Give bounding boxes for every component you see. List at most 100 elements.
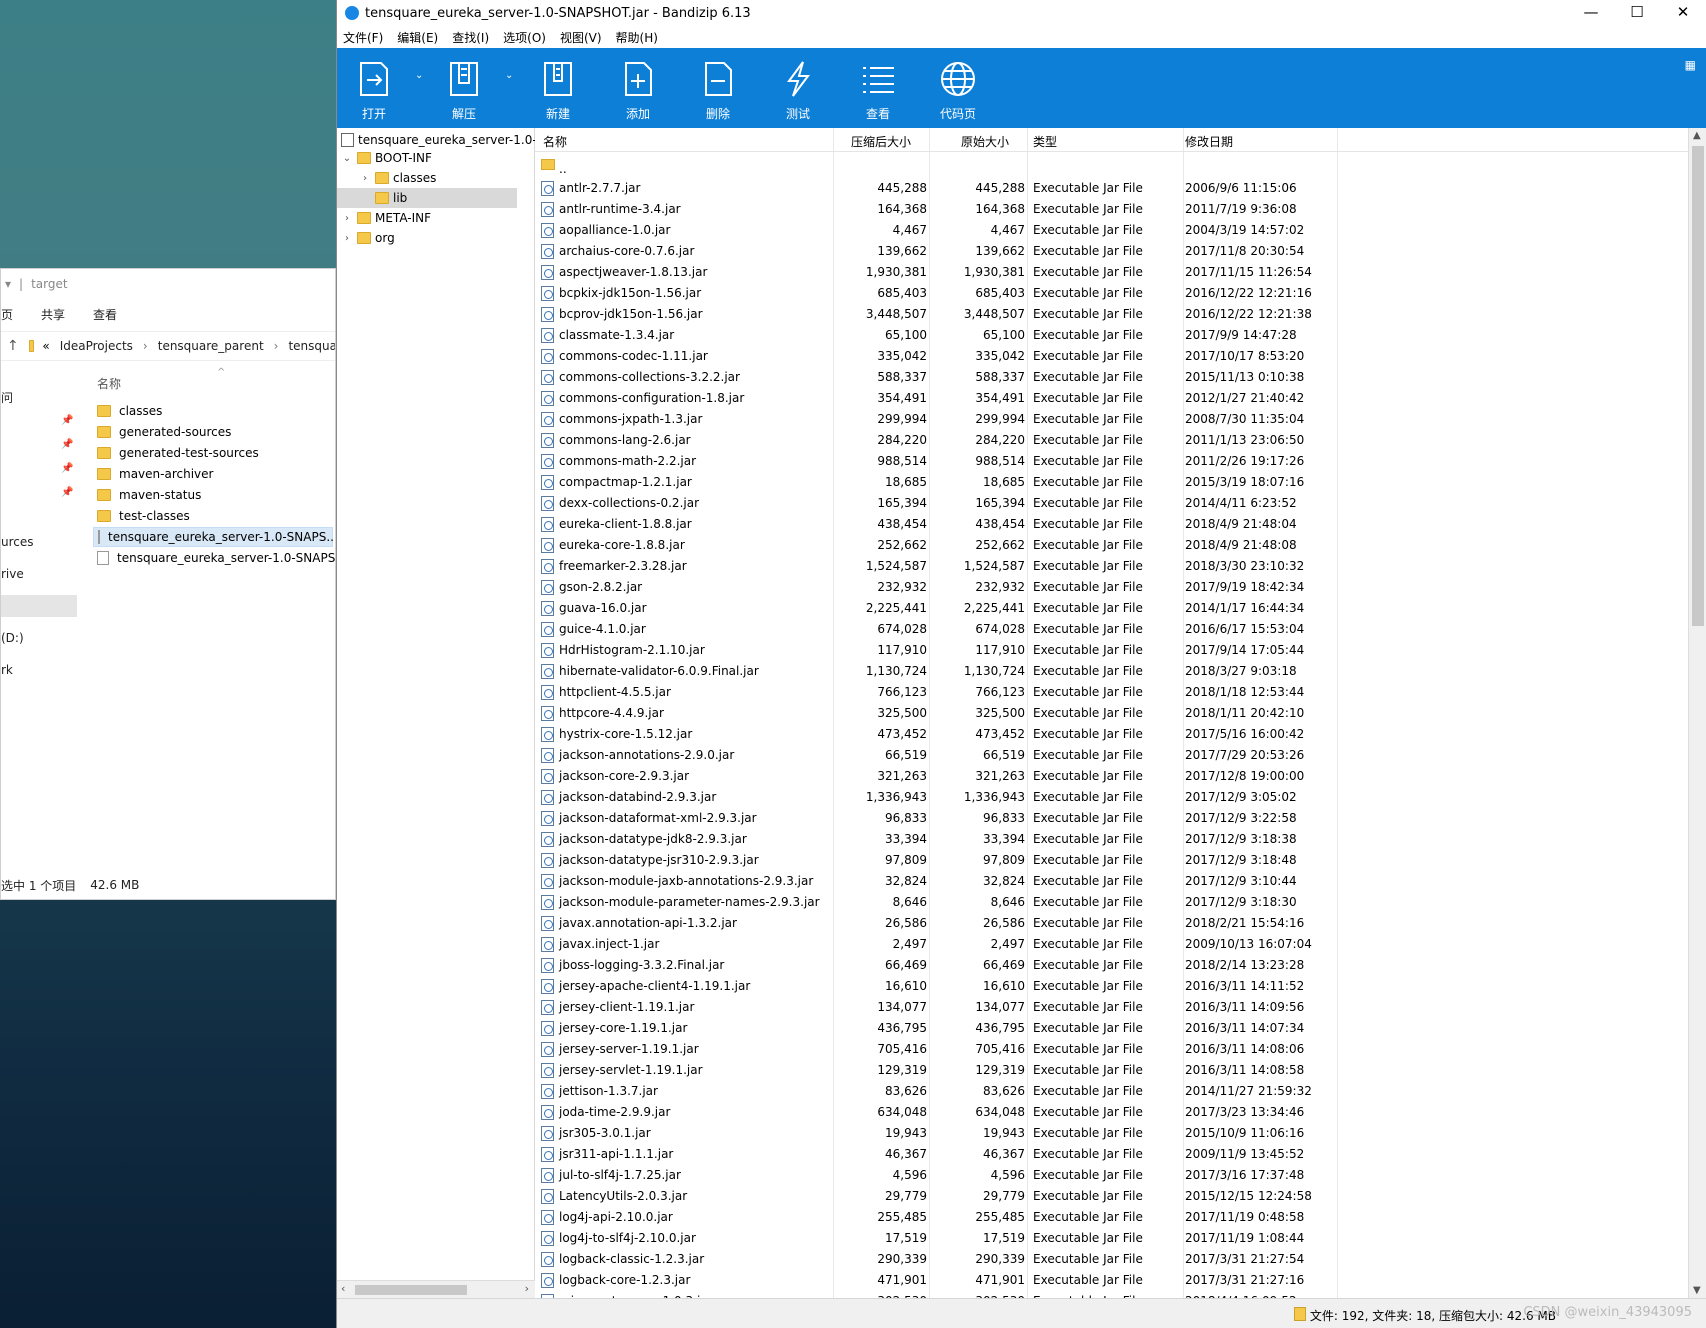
parent-folder-row[interactable]: .. bbox=[535, 154, 1689, 176]
list-item[interactable]: commons-collections-3.2.2.jar 588,337 588,… bbox=[535, 367, 1689, 388]
list-item[interactable]: jackson-datatype-jdk8-2.9.3.jar 33,394 33,… bbox=[535, 829, 1689, 850]
list-item[interactable]: classmate-1.3.4.jar 65,100 65,100 Executabl… bbox=[535, 325, 1689, 346]
list-item[interactable]: jackson-module-jaxb-annotations-2.9.3.ja… bbox=[535, 871, 1689, 892]
file-row-generated-sources[interactable]: generated-sources bbox=[97, 422, 231, 442]
list-item[interactable]: jsr311-api-1.1.1.jar 46,367 46,367 Executab… bbox=[535, 1144, 1689, 1165]
list-item[interactable]: eureka-core-1.8.8.jar 252,662 252,662 Execu… bbox=[535, 535, 1689, 556]
list-item[interactable]: jackson-annotations-2.9.0.jar 66,519 66,51… bbox=[535, 745, 1689, 766]
header-type[interactable]: 类型 bbox=[1033, 133, 1057, 150]
list-item[interactable]: aspectjweaver-1.8.13.jar 1,930,381 1,930,3… bbox=[535, 262, 1689, 283]
list-item[interactable]: jackson-core-2.9.3.jar 321,263 321,263 Exec… bbox=[535, 766, 1689, 787]
up-arrow-icon[interactable]: ↑ bbox=[7, 338, 19, 354]
new-button[interactable]: 新建 bbox=[523, 48, 593, 128]
tree-item-root[interactable]: tensquare_eureka_server-1.0- bbox=[341, 130, 537, 150]
breadcrumb-tensqua[interactable]: tensqua bbox=[288, 339, 335, 353]
test-button[interactable]: 测试 bbox=[763, 48, 833, 128]
tree-item-lib[interactable]: lib bbox=[337, 188, 517, 208]
breadcrumb-overflow[interactable]: « bbox=[42, 339, 49, 353]
list-item[interactable]: commons-jxpath-1.3.jar 299,994 299,994 Exec… bbox=[535, 409, 1689, 430]
view-button[interactable]: 查看 bbox=[843, 48, 913, 128]
open-dropdown-chevron-icon[interactable]: ⌄ bbox=[415, 70, 423, 81]
open-button[interactable]: 打开 bbox=[339, 48, 409, 128]
list-item[interactable]: httpcore-4.4.9.jar 325,500 325,500 Executab… bbox=[535, 703, 1689, 724]
scroll-right-icon[interactable]: › bbox=[525, 1282, 529, 1295]
file-row-classes[interactable]: classes bbox=[97, 401, 162, 421]
list-item[interactable]: bcprov-jdk15on-1.56.jar 3,448,507 3,448,50… bbox=[535, 304, 1689, 325]
scrollbar-thumb[interactable] bbox=[355, 1285, 467, 1295]
list-item[interactable]: guice-4.1.0.jar 674,028 674,028 Executable … bbox=[535, 619, 1689, 640]
header-original-size[interactable]: 原始大小 bbox=[961, 133, 1009, 150]
explorer-address-bar[interactable]: ↑ « IdeaProjects › tensquare_parent › te… bbox=[1, 331, 335, 361]
maximize-icon[interactable]: ☐ bbox=[1614, 0, 1660, 26]
list-item[interactable]: commons-math-2.2.jar 988,514 988,514 Execut… bbox=[535, 451, 1689, 472]
breadcrumb-tensquare-parent[interactable]: tensquare_parent bbox=[158, 339, 264, 353]
list-item[interactable]: freemarker-2.3.28.jar 1,524,587 1,524,587 E… bbox=[535, 556, 1689, 577]
list-vertical-scrollbar[interactable]: ▲ ▼ bbox=[1688, 128, 1706, 1298]
close-icon[interactable]: ✕ bbox=[1660, 0, 1706, 26]
scroll-left-icon[interactable]: ‹ bbox=[341, 1282, 345, 1295]
nav-item-drive[interactable]: rive bbox=[1, 567, 24, 581]
list-item[interactable]: javax.inject-1.jar 2,497 2,497 Executable J… bbox=[535, 934, 1689, 955]
list-item[interactable]: commons-lang-2.6.jar 284,220 284,220 Execut… bbox=[535, 430, 1689, 451]
explorer-menu-icon[interactable]: ▾ bbox=[5, 277, 11, 291]
list-item[interactable]: micrometer-core-1.0.3.jar302,530302,530E… bbox=[535, 1291, 1689, 1298]
list-item[interactable]: jboss-logging-3.3.2.Final.jar 66,469 66,46… bbox=[535, 955, 1689, 976]
list-item[interactable]: antlr-2.7.7.jar 445,288 445,288 Executable … bbox=[535, 178, 1689, 199]
file-row-test-classes[interactable]: test-classes bbox=[97, 506, 190, 526]
list-item[interactable]: javax.annotation-api-1.3.2.jar 26,586 26,5… bbox=[535, 913, 1689, 934]
pin-icon[interactable]: 📌 bbox=[61, 439, 73, 450]
list-item[interactable]: gson-2.8.2.jar 232,932 232,932 Executable J… bbox=[535, 577, 1689, 598]
list-item[interactable]: jul-to-slf4j-1.7.25.jar 4,596 4,596 Executa… bbox=[535, 1165, 1689, 1186]
file-row-maven-archiver[interactable]: maven-archiver bbox=[97, 464, 213, 484]
list-item[interactable]: commons-configuration-1.8.jar 354,491 354,… bbox=[535, 388, 1689, 409]
scroll-down-icon[interactable]: ▼ bbox=[1693, 1285, 1701, 1296]
list-item[interactable]: bcpkix-jdk15on-1.56.jar 685,403 685,403 Exe… bbox=[535, 283, 1689, 304]
breadcrumb-ideaprojects[interactable]: IdeaProjects bbox=[60, 339, 133, 353]
menu-file[interactable]: 文件(F) bbox=[343, 29, 383, 46]
file-row-eureka-original[interactable]: tensquare_eureka_server-1.0-SNAPS... bbox=[97, 548, 335, 568]
menu-view[interactable]: 视图(V) bbox=[560, 29, 602, 46]
extract-dropdown-chevron-icon[interactable]: ⌄ bbox=[505, 70, 513, 81]
nav-item-access[interactable]: 问 bbox=[1, 389, 13, 406]
header-name[interactable]: 名称 bbox=[543, 133, 567, 150]
codepage-button[interactable]: 代码页 bbox=[923, 48, 993, 128]
list-item[interactable]: antlr-runtime-3.4.jar 164,368 164,368 Execu… bbox=[535, 199, 1689, 220]
menu-options[interactable]: 选项(O) bbox=[503, 29, 546, 46]
list-item[interactable]: guava-16.0.jar 2,225,441 2,225,441 Executab… bbox=[535, 598, 1689, 619]
list-item[interactable]: jsr305-3.0.1.jar 19,943 19,943 Executable J… bbox=[535, 1123, 1689, 1144]
list-item[interactable]: archaius-core-0.7.6.jar 139,662 139,662 Exe… bbox=[535, 241, 1689, 262]
list-item[interactable]: log4j-api-2.10.0.jar 255,485 255,485 Execut… bbox=[535, 1207, 1689, 1228]
ribbon-tab-view[interactable]: 查看 bbox=[93, 306, 117, 323]
list-item[interactable]: hibernate-validator-6.0.9.Final.jar 1,130… bbox=[535, 661, 1689, 682]
file-row-generated-test-sources[interactable]: generated-test-sources bbox=[97, 443, 259, 463]
list-item[interactable]: eureka-client-1.8.8.jar 438,454 438,454 Exe… bbox=[535, 514, 1689, 535]
column-header-name[interactable]: 名称 bbox=[97, 375, 121, 392]
list-item[interactable]: hystrix-core-1.5.12.jar 473,452 473,452 Exe… bbox=[535, 724, 1689, 745]
list-item[interactable]: jettison-1.3.7.jar 83,626 83,626 Executable… bbox=[535, 1081, 1689, 1102]
list-item[interactable]: jackson-databind-2.9.3.jar 1,336,943 1,336… bbox=[535, 787, 1689, 808]
list-item[interactable]: commons-codec-1.11.jar 335,042 335,042 Exec… bbox=[535, 346, 1689, 367]
pin-icon[interactable]: 📌 bbox=[61, 463, 73, 474]
list-item[interactable]: jersey-server-1.19.1.jar 705,416 705,416 Ex… bbox=[535, 1039, 1689, 1060]
list-item[interactable]: jersey-servlet-1.19.1.jar 129,319 129,319 E… bbox=[535, 1060, 1689, 1081]
list-item[interactable]: logback-core-1.2.3.jar 471,901 471,901 Exec… bbox=[535, 1270, 1689, 1291]
menu-help[interactable]: 帮助(H) bbox=[616, 29, 658, 46]
list-item[interactable]: jersey-core-1.19.1.jar 436,795 436,795 Exec… bbox=[535, 1018, 1689, 1039]
list-item[interactable]: aopalliance-1.0.jar 4,467 4,467 Executable … bbox=[535, 220, 1689, 241]
tree-item-classes[interactable]: › classes bbox=[359, 168, 436, 188]
extract-button[interactable]: 解压 bbox=[429, 48, 499, 128]
list-item[interactable]: dexx-collections-0.2.jar 165,394 165,394 Ex… bbox=[535, 493, 1689, 514]
chevron-right-icon[interactable]: › bbox=[359, 173, 371, 184]
nav-item-network[interactable]: rk bbox=[1, 663, 13, 677]
tree-item-org[interactable]: › org bbox=[341, 228, 395, 248]
list-item[interactable]: jackson-module-parameter-names-2.9.3.jar… bbox=[535, 892, 1689, 913]
list-item[interactable]: joda-time-2.9.9.jar 634,048 634,048 Executa… bbox=[535, 1102, 1689, 1123]
nav-item-selected[interactable] bbox=[1, 595, 77, 617]
file-row-maven-status[interactable]: maven-status bbox=[97, 485, 201, 505]
list-item[interactable]: HdrHistogram-2.1.10.jar 117,910 117,910 Exe… bbox=[535, 640, 1689, 661]
ribbon-tab-share[interactable]: 共享 bbox=[41, 306, 65, 323]
list-item[interactable]: log4j-to-slf4j-2.10.0.jar 17,519 17,519 Exe… bbox=[535, 1228, 1689, 1249]
tree-item-meta-inf[interactable]: › META-INF bbox=[341, 208, 431, 228]
chevron-right-icon[interactable]: › bbox=[341, 213, 353, 224]
ribbon-tab-home[interactable]: 页 bbox=[1, 306, 13, 323]
